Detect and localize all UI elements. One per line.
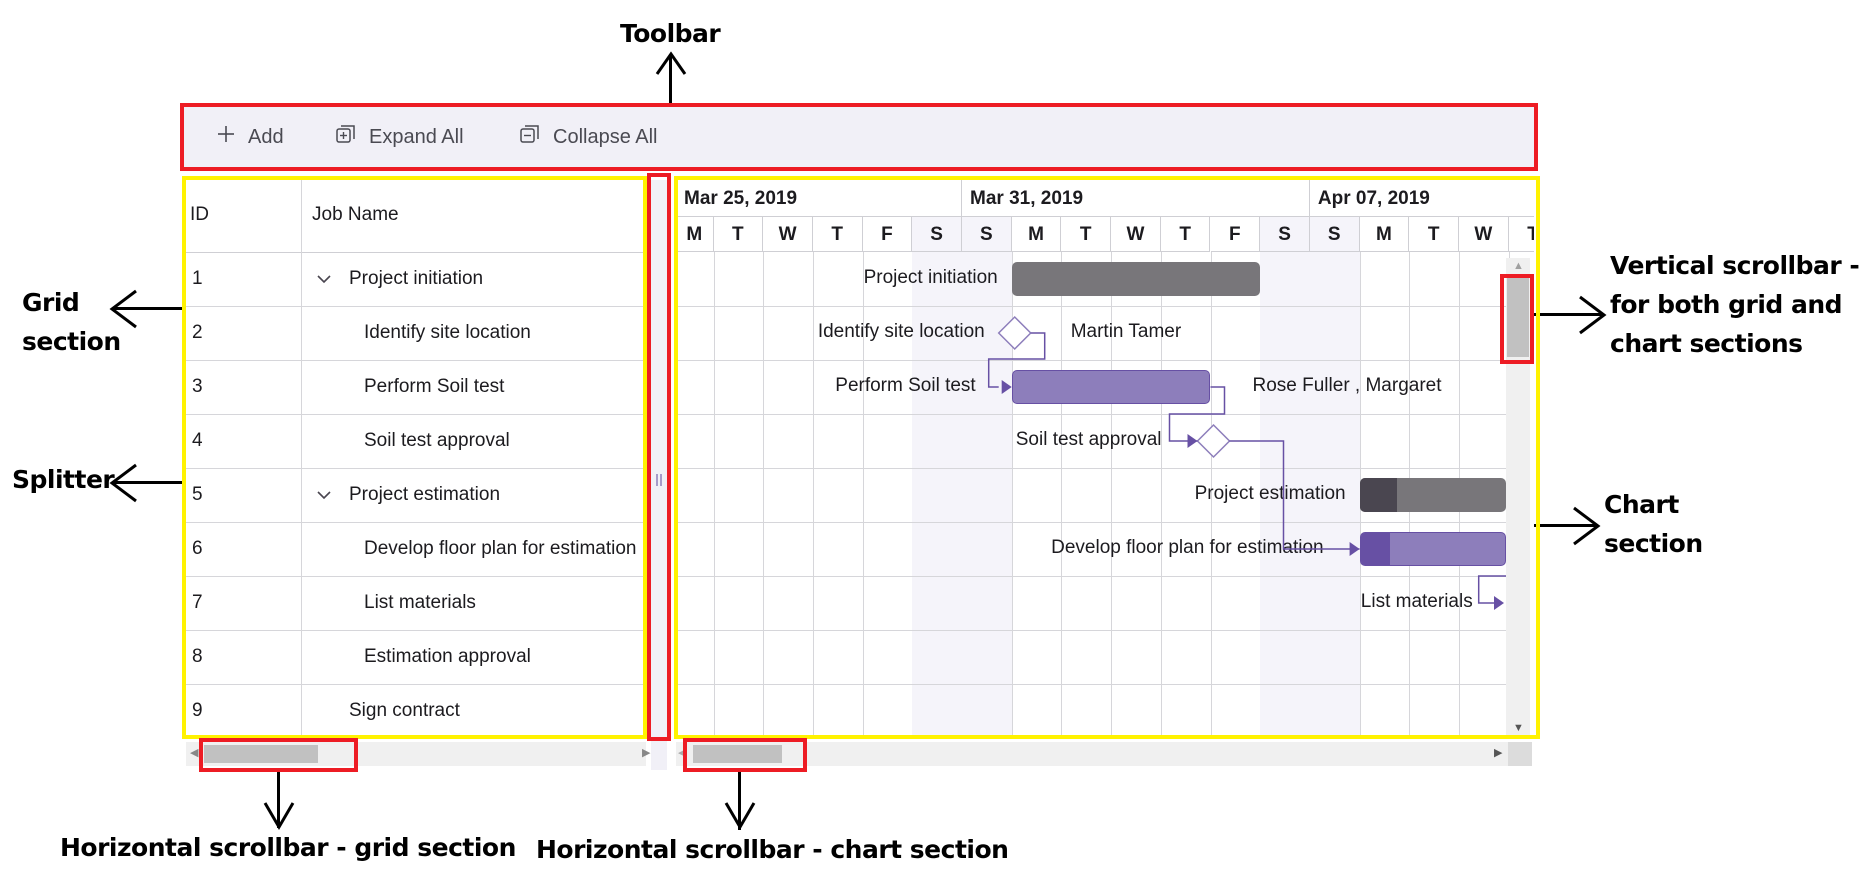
annotation-hscroll-grid-label: Horizontal scrollbar - grid section	[60, 833, 516, 862]
grid-horizontal-scrollbar[interactable]: ◀ ▶	[186, 742, 650, 766]
toolbar-collapse-all-label: Collapse All	[553, 125, 658, 148]
grid-horizontal-scroll-thumb[interactable]	[204, 745, 318, 763]
grid-cell-job-name: Project initiation	[349, 268, 484, 289]
annotation-grid-line2: section	[22, 327, 121, 356]
arrow-left-icon	[109, 463, 137, 503]
grid-cell-id: 3	[192, 376, 203, 397]
grid-cell-id: 2	[192, 322, 203, 343]
annotation-splitter-label: Splitter	[12, 465, 115, 494]
grid-cell-id: 5	[192, 484, 203, 505]
annotation-chart-line2: section	[1604, 529, 1703, 558]
arrow-left-icon	[109, 289, 137, 329]
grid-row[interactable]: 8 Estimation approval	[186, 630, 643, 685]
toolbar-expand-all-label: Expand All	[369, 125, 464, 148]
scroll-right-arrow-icon[interactable]: ▶	[1494, 748, 1502, 759]
annotation-chart-line1: Chart	[1604, 490, 1679, 519]
grid-cell-job-name: List materials	[364, 592, 476, 613]
vertical-scrollbar[interactable]: ▲ ▼	[1506, 258, 1530, 736]
grid-cell-id: 9	[192, 700, 203, 721]
grid-cell-id: 6	[192, 538, 203, 559]
expand-all-icon	[335, 123, 357, 151]
grid-section: ID Job Name 1 Project initiation 2 Identify…	[186, 180, 643, 736]
chevron-down-icon[interactable]	[316, 272, 332, 291]
grid-row[interactable]: 9 Sign contract	[186, 684, 643, 736]
toolbar-collapse-all-button[interactable]: Collapse All	[519, 107, 658, 167]
chart-horizontal-scrollbar[interactable]: ◀ ▶	[676, 742, 1532, 766]
toolbar: Add Expand All Collapse All	[184, 107, 1534, 167]
scroll-down-arrow-icon[interactable]: ▼	[1513, 723, 1524, 734]
annotation-vscroll-line2: for both grid and	[1610, 290, 1843, 319]
grid-cell-job-name: Sign contract	[349, 700, 460, 721]
chart-horizontal-scroll-thumb[interactable]	[693, 745, 782, 763]
scroll-left-arrow-icon[interactable]: ◀	[678, 748, 686, 759]
annotation-chart-label: Chart section	[1604, 485, 1703, 563]
plus-icon	[216, 124, 236, 150]
annotation-hscroll-chart-label: Horizontal scrollbar - chart section	[536, 835, 1009, 864]
grid-cell-job-name: Project estimation	[349, 484, 501, 505]
vertical-scroll-thumb[interactable]	[1507, 277, 1529, 357]
connector-arrow-icon	[1187, 434, 1198, 448]
grid-cell-id: 8	[192, 646, 203, 667]
scroll-left-arrow-icon[interactable]: ◀	[190, 748, 198, 759]
annotation-vscroll-line3: chart sections	[1610, 329, 1803, 358]
arrow-right-icon	[1579, 295, 1607, 335]
column-header-job-name[interactable]: Job Name	[312, 204, 399, 226]
connector-arrow-icon	[1349, 542, 1360, 556]
connector-arrow-icon	[1001, 380, 1012, 394]
grid-row[interactable]: 4 Soil test approval	[186, 414, 643, 469]
toolbar-add-button[interactable]: Add	[216, 107, 284, 167]
arrow-down-icon	[263, 802, 295, 830]
column-header-id[interactable]: ID	[190, 204, 209, 226]
grid-cell-job-name: Identify site location	[364, 322, 531, 343]
toolbar-expand-all-button[interactable]: Expand All	[335, 107, 464, 167]
annotation-grid-line1: Grid	[22, 288, 80, 317]
scrollbar-corner	[1508, 742, 1532, 766]
grid-cell-id: 7	[192, 592, 203, 613]
toolbar-add-label: Add	[248, 125, 284, 148]
grid-row[interactable]: 6 Develop floor plan for estimation	[186, 522, 643, 577]
annotation-toolbar-label: Toolbar	[620, 19, 721, 48]
scroll-up-arrow-icon[interactable]: ▲	[1513, 261, 1524, 272]
chevron-down-icon[interactable]	[316, 488, 332, 507]
arrow-down-icon	[724, 802, 756, 830]
grid-row[interactable]: 3 Perform Soil test	[186, 360, 643, 415]
collapse-all-icon	[519, 123, 541, 151]
grid-row[interactable]: 7 List materials	[186, 576, 643, 631]
grid-row[interactable]: 5 Project estimation	[186, 468, 643, 523]
grid-row[interactable]: 1 Project initiation	[186, 252, 643, 307]
scroll-right-arrow-icon[interactable]: ▶	[642, 748, 650, 759]
grid-row[interactable]: 2 Identify site location	[186, 306, 643, 361]
arrow-right-icon	[1573, 506, 1601, 546]
connector-lines	[987, 315, 1506, 610]
connector-line	[1477, 575, 1506, 604]
grid-cell-id: 4	[192, 430, 203, 451]
grid-cell-id: 1	[192, 268, 203, 289]
connector-arrow-icon	[1494, 596, 1504, 610]
grid-cell-job-name: Estimation approval	[364, 646, 531, 667]
milestone-diamond[interactable]	[1196, 423, 1231, 459]
milestone-diamond[interactable]	[997, 315, 1032, 351]
grid-cell-job-name: Soil test approval	[364, 430, 510, 451]
splitter[interactable]	[651, 180, 667, 770]
grid-cell-job-name: Perform Soil test	[364, 376, 505, 397]
annotation-vscroll-label: Vertical scrollbar - for both grid and c…	[1610, 246, 1860, 363]
splitter-grip-icon[interactable]	[653, 473, 665, 487]
annotation-vscroll-line1: Vertical scrollbar -	[1610, 251, 1860, 280]
grid-header: ID Job Name	[186, 180, 643, 253]
chart-section: M T W T F S S M T W T F S S M T W T Mar 25, 2019 Mar 31, 20…	[676, 180, 1534, 736]
grid-cell-job-name: Develop floor plan for estimation	[364, 538, 637, 559]
connector-line	[1229, 440, 1360, 550]
annotation-grid-label: Grid section	[22, 283, 121, 361]
arrow-up-icon	[655, 51, 687, 75]
